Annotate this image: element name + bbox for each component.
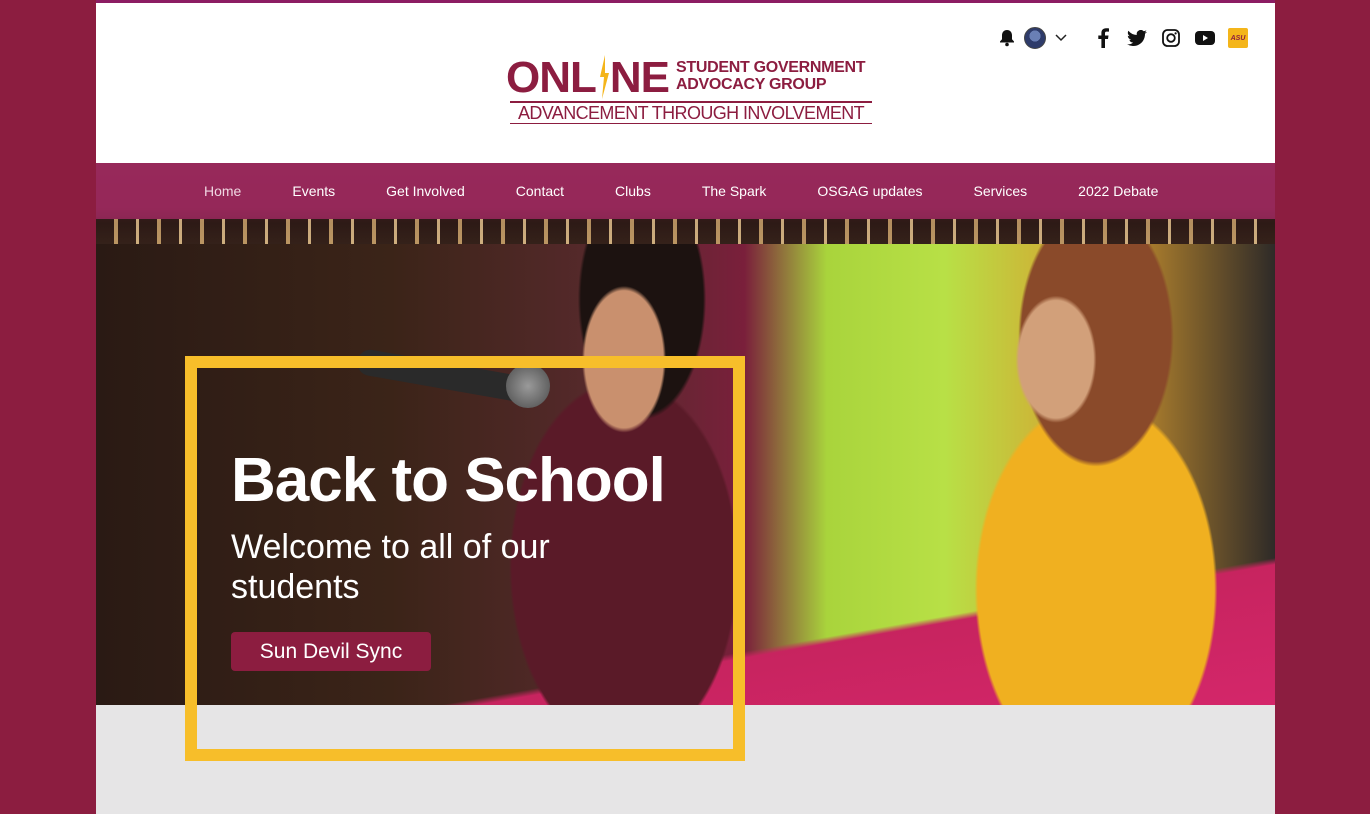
sun-devil-sync-button[interactable]: Sun Devil Sync [231,632,431,671]
campus-image-strip [96,219,1275,244]
nav-item-2022-debate[interactable]: 2022 Debate [1078,183,1158,199]
nav-item-osgag-updates[interactable]: OSGAG updates [817,183,922,199]
header-tools: ASU [996,23,1248,53]
hero-title: Back to School [231,446,666,515]
main-navbar: Home Events Get Involved Contact Clubs T… [96,163,1275,244]
nav-item-events[interactable]: Events [292,183,335,199]
logo-subtitle: STUDENT GOVERNMENT ADVOCACY GROUP [676,59,866,93]
avatar[interactable] [1024,27,1046,49]
facebook-icon[interactable] [1092,27,1114,49]
nav-item-services[interactable]: Services [973,183,1027,199]
instagram-icon[interactable] [1160,27,1182,49]
logo-wordmark: ONL NE [506,53,670,102]
chevron-down-icon[interactable] [1054,31,1068,45]
hero-subtitle: Welcome to all of our students [231,528,550,606]
youtube-icon[interactable] [1194,27,1216,49]
bell-icon[interactable] [996,27,1018,49]
asu-icon[interactable]: ASU [1228,28,1248,48]
nav-item-get-involved[interactable]: Get Involved [386,183,465,199]
lightning-bolt-icon [600,55,609,99]
hero-panelist-figure [876,244,1275,705]
nav-item-home[interactable]: Home [204,183,241,199]
twitter-icon[interactable] [1126,27,1148,49]
nav-item-the-spark[interactable]: The Spark [702,183,767,199]
site-header: ASU ONL NE STUDENT GOVERNMENT ADVOCACY GR… [96,0,1275,163]
nav-item-clubs[interactable]: Clubs [615,183,651,199]
main-nav: Home Events Get Involved Contact Clubs T… [204,163,1158,219]
logo-tagline: ADVANCEMENT THROUGH INVOLVEMENT [510,101,872,124]
site-logo[interactable]: ONL NE STUDENT GOVERNMENT ADVOCACY GROUP … [506,55,878,125]
nav-item-contact[interactable]: Contact [516,183,564,199]
